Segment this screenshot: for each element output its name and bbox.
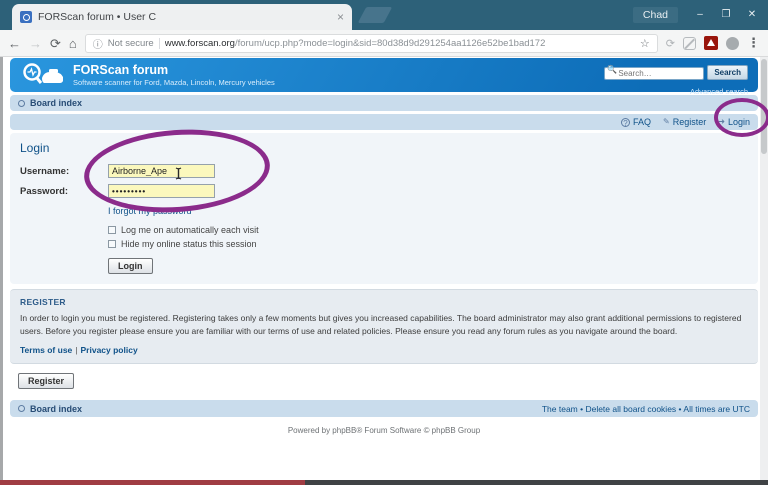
forgot-password-link[interactable]: I forgot my password xyxy=(108,206,192,216)
bookmark-star-icon[interactable]: ☆ xyxy=(640,37,650,50)
tab-title: FORScan forum • User C xyxy=(38,11,331,23)
search-button[interactable]: Search xyxy=(707,65,748,80)
footer-links[interactable]: The team • Delete all board cookies • Al… xyxy=(542,404,750,414)
info-icon[interactable]: ⓘ xyxy=(93,36,103,51)
advanced-search-link[interactable]: Advanced search xyxy=(690,87,748,96)
username-field[interactable] xyxy=(108,164,215,178)
forum-title-block: FORScan forum Software scanner for Ford,… xyxy=(73,63,275,87)
register-heading: REGISTER xyxy=(20,297,748,307)
footer-bar: Board index The team • Delete all board … xyxy=(10,400,758,417)
url-host: www.forscan.org xyxy=(165,38,235,49)
url-bar[interactable]: ⓘ Not secure www.forscan.org/forum/ucp.p… xyxy=(85,34,658,53)
forum-header: FORScan forum Software scanner for Ford,… xyxy=(10,58,758,92)
forum-title: FORScan forum xyxy=(73,63,275,78)
new-tab-button[interactable] xyxy=(358,7,393,23)
browser-tab[interactable]: FORScan forum • User C × xyxy=(12,4,352,30)
register-link[interactable]: ✎ Register xyxy=(663,117,706,127)
board-index-icon xyxy=(18,100,25,107)
scrollbar-thumb[interactable] xyxy=(761,59,767,154)
faq-icon: ? xyxy=(621,118,630,127)
forscan-logo-icon xyxy=(22,62,64,88)
home-icon[interactable]: ⌂ xyxy=(69,37,77,50)
extension-icon-3[interactable] xyxy=(726,37,739,50)
register-panel: REGISTER In order to login you must be r… xyxy=(10,289,758,364)
password-field[interactable] xyxy=(108,184,215,198)
tab-favicon-icon xyxy=(20,11,32,23)
tab-close-icon[interactable]: × xyxy=(337,11,344,23)
browser-menu-icon[interactable]: ⋮ xyxy=(747,35,760,51)
reload-icon[interactable]: ⟳ xyxy=(50,37,61,50)
nav-links-bar: ? FAQ ✎ Register ➜ Login xyxy=(10,114,758,130)
adobe-extension-icon[interactable] xyxy=(704,36,718,50)
search-input[interactable] xyxy=(604,67,704,80)
footer-breadcrumb[interactable]: Board index xyxy=(30,404,82,414)
login-label: Login xyxy=(728,117,750,127)
hide-status-label: Hide my online status this session xyxy=(121,239,257,249)
browser-toolbar: ← → ⟳ ⌂ ⓘ Not secure www.forscan.org/for… xyxy=(0,30,768,57)
register-icon: ✎ xyxy=(663,118,670,126)
video-progress-track[interactable] xyxy=(0,480,768,485)
terms-separator: | xyxy=(72,345,80,355)
browser-tabbar: FORScan forum • User C × Chad – ❐ ✕ xyxy=(0,0,768,30)
video-progress-fill xyxy=(0,480,305,485)
not-secure-label: Not secure xyxy=(108,38,154,49)
search-input-wrap: 🔍 xyxy=(604,63,704,81)
faq-link[interactable]: ? FAQ xyxy=(621,117,651,127)
url-text: www.forscan.org/forum/ucp.php?mode=login… xyxy=(165,38,635,49)
register-button[interactable]: Register xyxy=(18,373,74,389)
login-icon: ➜ xyxy=(718,118,725,126)
forum-subtitle: Software scanner for Ford, Mazda, Lincol… xyxy=(73,78,275,87)
restore-button[interactable]: ❐ xyxy=(714,5,738,25)
browser-profile-button[interactable]: Chad xyxy=(633,7,678,23)
username-label: Username: xyxy=(20,166,108,177)
page-content: FORScan forum Software scanner for Ford,… xyxy=(0,57,768,480)
terms-of-use-link[interactable]: Terms of use xyxy=(20,345,72,355)
login-heading: Login xyxy=(20,141,748,155)
search-area: 🔍 Search Advanced search xyxy=(604,63,748,99)
terms-row: Terms of use|Privacy policy xyxy=(20,345,748,355)
screen: FORScan forum • User C × Chad – ❐ ✕ ← → … xyxy=(0,0,768,485)
hide-status-checkbox[interactable] xyxy=(108,240,116,248)
close-window-button[interactable]: ✕ xyxy=(740,5,764,25)
password-label: Password: xyxy=(20,186,108,197)
autologin-checkbox[interactable] xyxy=(108,226,116,234)
register-label: Register xyxy=(673,117,707,127)
window-left-edge xyxy=(0,57,3,480)
back-icon[interactable]: ← xyxy=(8,37,21,50)
search-icon: 🔍 xyxy=(607,65,617,74)
copyright-text: Powered by phpBB® Forum Software © phpBB… xyxy=(10,426,758,435)
login-panel: Login Username: Password: I forgot my pa… xyxy=(10,133,758,284)
autologin-label: Log me on automatically each visit xyxy=(121,225,259,235)
page-scrollbar[interactable] xyxy=(760,57,768,480)
url-path: /forum/ucp.php?mode=login&sid=80d38d9d29… xyxy=(235,38,545,49)
minimize-button[interactable]: – xyxy=(688,5,712,25)
omnibox-divider xyxy=(159,38,160,49)
extension-icon-1[interactable]: ⟳ xyxy=(666,37,675,50)
register-body-text: In order to login you must be registered… xyxy=(20,312,748,338)
breadcrumb[interactable]: Board index xyxy=(30,98,82,108)
extension-icon-2[interactable] xyxy=(683,37,696,50)
faq-label: FAQ xyxy=(633,117,651,127)
login-button[interactable]: Login xyxy=(108,258,153,274)
forward-icon: → xyxy=(29,37,42,50)
privacy-policy-link[interactable]: Privacy policy xyxy=(81,345,138,355)
login-link[interactable]: ➜ Login xyxy=(718,117,750,127)
footer-board-index-icon xyxy=(18,405,25,412)
